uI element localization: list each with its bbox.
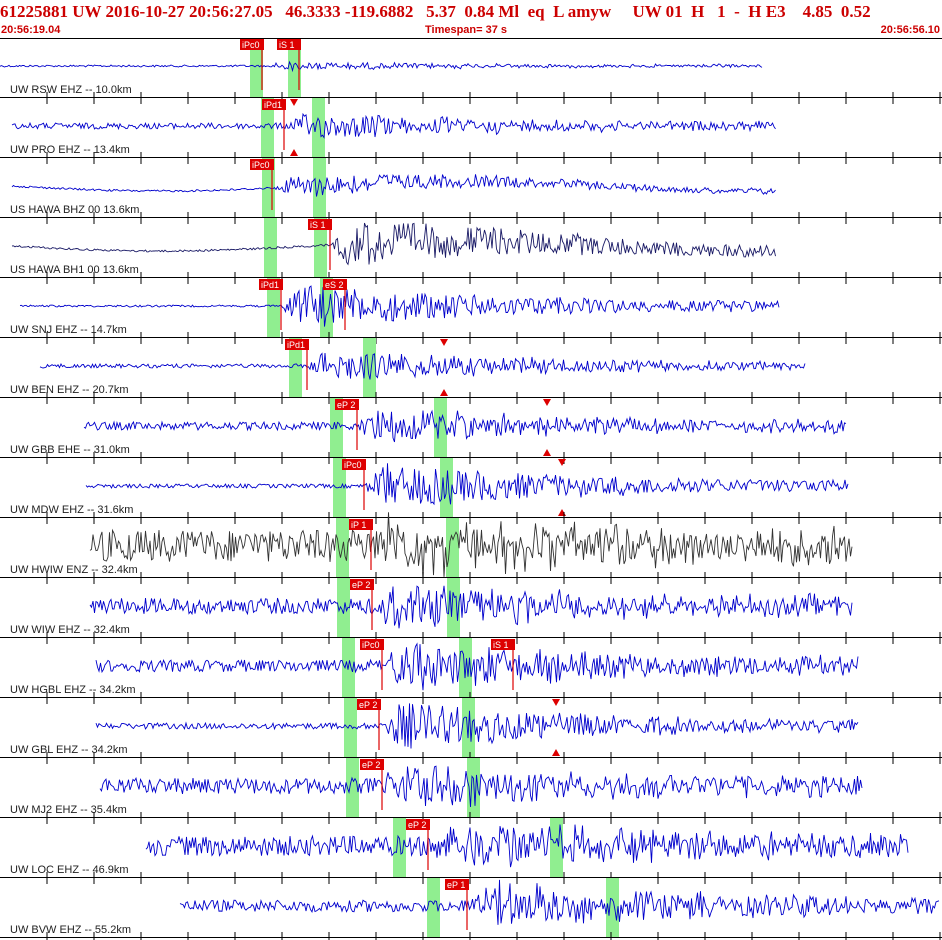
- phase-pick-label: eP 2: [337, 400, 355, 410]
- amplitude-marker: [440, 339, 448, 346]
- channel-row[interactable]: iPc0 US HAWA BHZ 00 13.6km: [0, 158, 942, 224]
- phase-pick-label: eP 2: [362, 760, 380, 770]
- amplitude-marker: [440, 389, 448, 396]
- channel-label: UW HGBL EHZ -- 34.2km: [10, 684, 136, 696]
- channel-row[interactable]: iPd1 UW BEN EHZ -- 20.7km: [0, 338, 942, 404]
- predicted-arrival-band: [427, 878, 440, 938]
- predicted-arrival-band: [434, 398, 447, 458]
- channel-row[interactable]: eP 2 UW GBL EHZ -- 34.2km: [0, 698, 942, 764]
- phase-pick-label: iPd1: [287, 340, 305, 350]
- event-summary: 61225881 UW 2016-10-27 20:56:27.05 46.33…: [0, 2, 871, 21]
- seismogram-panel[interactable]: iPc0 iS 1 UW RSW EHZ -- 10.0km iPd1 UW PRO E…: [0, 38, 942, 940]
- channel-label: US HAWA BHZ 00 13.6km: [10, 204, 139, 216]
- amplitude-marker: [543, 399, 551, 406]
- waveform-trace: [89, 585, 853, 629]
- waveform-trace: [145, 824, 909, 868]
- waveform-trace: [0, 60, 763, 73]
- waveform-trace: [11, 112, 776, 139]
- channel-row[interactable]: eP 2 UW WIW EHZ -- 32.4km: [0, 578, 942, 644]
- waveform-trace: [11, 173, 776, 197]
- waveform-trace: [95, 703, 859, 749]
- amplitude-marker: [552, 699, 560, 706]
- channel-label: UW RSW EHZ -- 10.0km: [10, 84, 132, 96]
- phase-pick-label: eP 1: [447, 880, 465, 890]
- channel-label: UW GBL EHZ -- 34.2km: [10, 744, 128, 756]
- waveform-trace: [39, 352, 806, 380]
- channel-label: UW HWIW ENZ -- 32.4km: [10, 564, 138, 576]
- phase-pick-label: iPc0: [242, 40, 260, 50]
- amplitude-marker: [290, 149, 298, 156]
- phase-pick-label: iS 1: [279, 40, 295, 50]
- channel-label: UW MDW EHZ -- 31.6km: [10, 504, 133, 516]
- channel-row[interactable]: eP 2 UW MJ2 EHZ -- 35.4km: [0, 758, 942, 824]
- channel-label: UW BEN EHZ -- 20.7km: [10, 384, 129, 396]
- channel-row[interactable]: iPd1 UW PRO EHZ -- 13.4km: [0, 98, 942, 164]
- channel-row[interactable]: eP 1 UW BVW EHZ -- 55.2km: [0, 878, 942, 940]
- phase-pick-label: iS 1: [493, 640, 509, 650]
- channel-label: UW WIW EHZ -- 32.4km: [10, 624, 130, 636]
- predicted-arrival-band: [393, 818, 406, 878]
- waveform-trace: [99, 765, 863, 808]
- amplitude-marker: [558, 459, 566, 466]
- waveform-trace: [19, 285, 780, 327]
- channel-label: UW MJ2 EHZ -- 35.4km: [10, 804, 127, 816]
- channel-row[interactable]: iPc0 UW MDW EHZ -- 31.6km: [0, 458, 942, 524]
- waveform-trace: [11, 222, 776, 266]
- event-header: 61225881 UW 2016-10-27 20:56:27.05 46.33…: [0, 0, 942, 38]
- end-time: 20:56:56.10: [880, 24, 940, 36]
- phase-pick-label: eS 2: [325, 280, 344, 290]
- phase-pick-label: eP 2: [408, 820, 426, 830]
- channel-label: UW GBB EHE -- 31.0km: [10, 444, 130, 456]
- phase-pick-label: iPc0: [252, 160, 270, 170]
- phase-pick-label: iP 1: [351, 520, 366, 530]
- amplitude-marker: [558, 509, 566, 516]
- channel-label: UW SNJ EHZ -- 14.7km: [10, 324, 127, 336]
- timespan: Timespan= 37 s: [425, 24, 508, 36]
- waveform-trace: [89, 512, 853, 580]
- waveform-trace: [83, 409, 847, 443]
- channel-row[interactable]: iS 1 US HAWA BH1 00 13.6km: [0, 218, 942, 284]
- waveform-trace: [95, 642, 859, 691]
- predicted-arrival-band: [344, 698, 357, 758]
- channel-row[interactable]: eP 2 UW LOC EHZ -- 46.9km: [0, 818, 942, 884]
- channel-label: UW LOC EHZ -- 46.9km: [10, 864, 129, 876]
- phase-pick-label: eP 2: [352, 580, 370, 590]
- start-time: 20:56:19.04: [1, 24, 61, 36]
- phase-pick-label: iS 1: [310, 220, 326, 230]
- predicted-arrival-band: [446, 518, 459, 578]
- phase-pick-label: iPd1: [261, 280, 279, 290]
- channel-label: UW PRO EHZ -- 13.4km: [10, 144, 130, 156]
- waveform-trace: [85, 463, 849, 506]
- channel-row[interactable]: iPc0 iS 1 UW HGBL EHZ -- 34.2km: [0, 638, 942, 704]
- phase-pick-label: iPc0: [362, 640, 380, 650]
- channel-row[interactable]: iPd1 eS 2 UW SNJ EHZ -- 14.7km: [0, 278, 942, 344]
- channel-label: US HAWA BH1 00 13.6km: [10, 264, 139, 276]
- waveform-trace: [179, 879, 940, 925]
- amplitude-marker: [290, 99, 298, 106]
- phase-pick-label: iPc0: [344, 460, 362, 470]
- channel-row[interactable]: iPc0 iS 1 UW RSW EHZ -- 10.0km: [0, 38, 942, 104]
- amplitude-marker: [543, 449, 551, 456]
- predicted-arrival-band: [550, 818, 563, 878]
- phase-pick-label: eP 2: [359, 700, 377, 710]
- channel-label: UW BVW EHZ -- 55.2km: [10, 924, 131, 936]
- phase-pick-label: iPd1: [264, 100, 282, 110]
- amplitude-marker: [552, 749, 560, 756]
- channel-row[interactable]: eP 2 UW GBB EHE -- 31.0km: [0, 398, 942, 464]
